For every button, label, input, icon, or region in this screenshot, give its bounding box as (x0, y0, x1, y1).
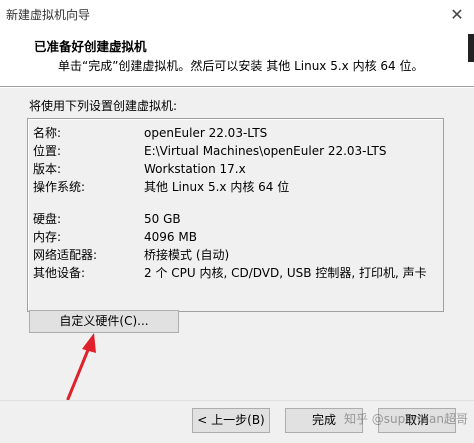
setting-value: 其他 Linux 5.x 内核 64 位 (144, 180, 290, 194)
setting-value: 50 GB (144, 212, 181, 226)
section-label: 将使用下列设置创建虚拟机: (29, 99, 178, 113)
wizard-header: 已准备好创建虚拟机 单击“完成”创建虚拟机。然后可以安装 其他 Linux 5.… (0, 30, 474, 86)
setting-value: Workstation 17.x (144, 162, 246, 176)
setting-key: 位置: (33, 144, 62, 158)
setting-key: 网络适配器: (33, 248, 98, 262)
setting-key: 硬盘: (33, 212, 62, 226)
watermark: 知乎 @superman超哥 (343, 412, 468, 426)
setting-key: 内存: (33, 230, 62, 244)
setting-value: 4096 MB (144, 230, 197, 244)
customize-hardware-button[interactable]: 自定义硬件(C)... (29, 310, 179, 333)
setting-key: 名称: (33, 126, 62, 140)
setting-key: 操作系统: (33, 180, 86, 194)
setting-value: openEuler 22.03-LTS (144, 126, 268, 140)
corner-icon (468, 34, 474, 62)
close-icon[interactable]: ✕ (448, 6, 466, 24)
annotation-arrow-icon (66, 333, 96, 401)
setting-key: 其他设备: (33, 266, 86, 280)
setting-value: 桥接模式 (自动) (144, 248, 230, 262)
header-subtitle: 单击“完成”创建虚拟机。然后可以安装 其他 Linux 5.x 内核 64 位。 (58, 59, 424, 73)
setting-value: 2 个 CPU 内核, CD/DVD, USB 控制器, 打印机, 声卡 (144, 266, 427, 280)
setting-key: 版本: (33, 162, 62, 176)
back-button[interactable]: < 上一步(B) (192, 408, 270, 433)
wizard-content: 将使用下列设置创建虚拟机: 名称: openEuler 22.03-LTS 位置… (0, 88, 474, 401)
header-title: 已准备好创建虚拟机 (34, 39, 147, 54)
title-bar: 新建虚拟机向导 ✕ (0, 0, 474, 30)
setting-value: E:\Virtual Machines\openEuler 22.03-LTS (144, 144, 387, 158)
window-title: 新建虚拟机向导 (6, 8, 91, 22)
settings-summary: 名称: openEuler 22.03-LTS 位置: E:\Virtual M… (27, 118, 444, 312)
